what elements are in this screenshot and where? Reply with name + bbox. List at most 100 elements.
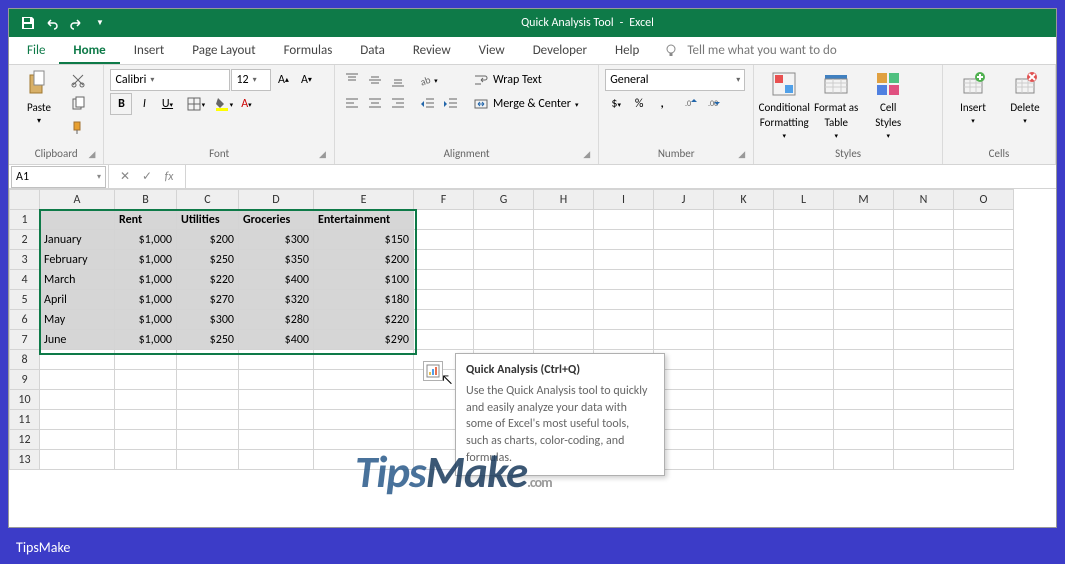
cell-E11[interactable] xyxy=(314,410,414,430)
cell-G2[interactable] xyxy=(474,230,534,250)
cell-F1[interactable] xyxy=(414,210,474,230)
cell-N7[interactable] xyxy=(894,330,954,350)
cell-D9[interactable] xyxy=(239,370,314,390)
cell-D13[interactable] xyxy=(239,450,314,470)
cell-K3[interactable] xyxy=(714,250,774,270)
cell-C9[interactable] xyxy=(177,370,239,390)
decrease-indent-icon[interactable] xyxy=(417,93,439,115)
cell-L12[interactable] xyxy=(774,430,834,450)
cell-M4[interactable] xyxy=(834,270,894,290)
borders-icon[interactable]: ▾ xyxy=(184,93,206,115)
merge-center-button[interactable]: Merge & Center ▾ xyxy=(466,93,586,115)
col-header-D[interactable]: D xyxy=(239,190,314,210)
cell-D7[interactable]: $400 xyxy=(239,330,314,350)
cell-I3[interactable] xyxy=(594,250,654,270)
cell-M10[interactable] xyxy=(834,390,894,410)
cell-M13[interactable] xyxy=(834,450,894,470)
row-header-4[interactable]: 4 xyxy=(10,270,40,290)
cell-I4[interactable] xyxy=(594,270,654,290)
decrease-font-icon[interactable]: A▾ xyxy=(295,69,317,91)
cell-C6[interactable]: $300 xyxy=(177,310,239,330)
cell-C5[interactable]: $270 xyxy=(177,290,239,310)
cell-O9[interactable] xyxy=(954,370,1014,390)
fill-color-icon[interactable]: ▾ xyxy=(212,93,234,115)
cell-E12[interactable] xyxy=(314,430,414,450)
tab-insert[interactable]: Insert xyxy=(120,38,179,64)
cell-A5[interactable]: April xyxy=(40,290,115,310)
cell-K5[interactable] xyxy=(714,290,774,310)
cell-A13[interactable] xyxy=(40,450,115,470)
undo-icon[interactable] xyxy=(43,14,61,32)
col-header-E[interactable]: E xyxy=(314,190,414,210)
fx-icon[interactable]: fx xyxy=(159,167,179,187)
cell-B5[interactable]: $1,000 xyxy=(115,290,177,310)
cell-N12[interactable] xyxy=(894,430,954,450)
format-as-table-button[interactable]: Format asTable▾ xyxy=(812,69,860,140)
cell-A9[interactable] xyxy=(40,370,115,390)
align-bottom-icon[interactable] xyxy=(387,69,409,91)
col-header-I[interactable]: I xyxy=(594,190,654,210)
row-header-2[interactable]: 2 xyxy=(10,230,40,250)
cell-L11[interactable] xyxy=(774,410,834,430)
cell-A6[interactable]: May xyxy=(40,310,115,330)
cell-B7[interactable]: $1,000 xyxy=(115,330,177,350)
cell-A2[interactable]: January xyxy=(40,230,115,250)
cell-E1[interactable]: Entertainment xyxy=(314,210,414,230)
cell-B11[interactable] xyxy=(115,410,177,430)
font-color-icon[interactable]: A▾ xyxy=(235,93,257,115)
cell-O10[interactable] xyxy=(954,390,1014,410)
cell-L5[interactable] xyxy=(774,290,834,310)
cancel-icon[interactable]: ✕ xyxy=(115,167,135,187)
cell-D4[interactable]: $400 xyxy=(239,270,314,290)
font-size-combo[interactable]: 12▾ xyxy=(231,69,271,91)
cell-L7[interactable] xyxy=(774,330,834,350)
cell-B2[interactable]: $1,000 xyxy=(115,230,177,250)
tab-review[interactable]: Review xyxy=(399,38,465,64)
cell-C1[interactable]: Utilities xyxy=(177,210,239,230)
tab-page-layout[interactable]: Page Layout xyxy=(178,38,269,64)
align-middle-icon[interactable] xyxy=(364,69,386,91)
cell-B12[interactable] xyxy=(115,430,177,450)
cell-M6[interactable] xyxy=(834,310,894,330)
cell-G6[interactable] xyxy=(474,310,534,330)
alignment-launcher-icon[interactable]: ◢ xyxy=(583,149,590,160)
cell-H7[interactable] xyxy=(534,330,594,350)
cell-N13[interactable] xyxy=(894,450,954,470)
cell-K6[interactable] xyxy=(714,310,774,330)
cell-C13[interactable] xyxy=(177,450,239,470)
cell-D1[interactable]: Groceries xyxy=(239,210,314,230)
cell-F5[interactable] xyxy=(414,290,474,310)
cell-B9[interactable] xyxy=(115,370,177,390)
decrease-decimal-icon[interactable]: .00 xyxy=(704,93,726,115)
format-painter-icon[interactable] xyxy=(67,117,89,139)
cell-F2[interactable] xyxy=(414,230,474,250)
cell-D3[interactable]: $350 xyxy=(239,250,314,270)
cell-N6[interactable] xyxy=(894,310,954,330)
cell-N11[interactable] xyxy=(894,410,954,430)
col-header-B[interactable]: B xyxy=(115,190,177,210)
cell-I6[interactable] xyxy=(594,310,654,330)
cell-K1[interactable] xyxy=(714,210,774,230)
orientation-icon[interactable]: ab▾ xyxy=(417,69,439,91)
cell-C10[interactable] xyxy=(177,390,239,410)
cell-H1[interactable] xyxy=(534,210,594,230)
row-header-6[interactable]: 6 xyxy=(10,310,40,330)
row-header-1[interactable]: 1 xyxy=(10,210,40,230)
col-header-N[interactable]: N xyxy=(894,190,954,210)
quick-analysis-button[interactable] xyxy=(423,361,443,381)
cell-K11[interactable] xyxy=(714,410,774,430)
cell-N1[interactable] xyxy=(894,210,954,230)
cell-D10[interactable] xyxy=(239,390,314,410)
cell-O11[interactable] xyxy=(954,410,1014,430)
number-format-combo[interactable]: General▾ xyxy=(605,69,745,91)
cell-O13[interactable] xyxy=(954,450,1014,470)
copy-icon[interactable] xyxy=(67,93,89,115)
cell-N4[interactable] xyxy=(894,270,954,290)
cell-F7[interactable] xyxy=(414,330,474,350)
cell-L4[interactable] xyxy=(774,270,834,290)
cell-I1[interactable] xyxy=(594,210,654,230)
cell-M9[interactable] xyxy=(834,370,894,390)
cell-A12[interactable] xyxy=(40,430,115,450)
cell-L3[interactable] xyxy=(774,250,834,270)
insert-button[interactable]: Insert▾ xyxy=(949,69,997,125)
